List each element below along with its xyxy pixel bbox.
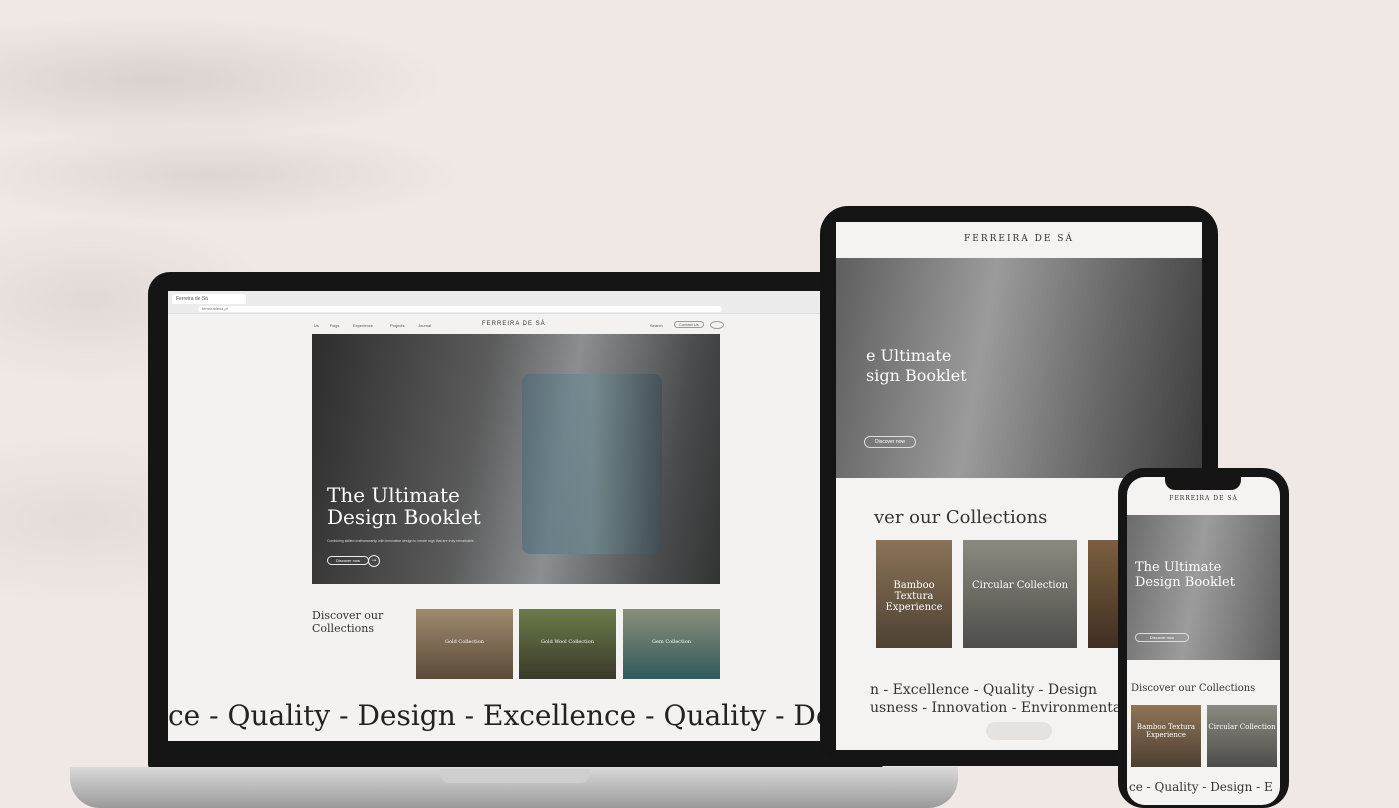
collection-card[interactable]: Gold Wool Collection — [519, 609, 616, 679]
phone-collection-card[interactable]: Circular Collection — [1207, 705, 1277, 767]
tablet-marquee-line-2: usness - Innovation - Environmental — [870, 700, 1126, 716]
contact-button[interactable]: Contact Us — [674, 321, 704, 328]
tablet-collections-heading: ver our Collections — [874, 507, 1048, 528]
site-logo[interactable]: FERREIRA DE SÁ — [482, 321, 546, 327]
laptop-screen: Ferreira de Sá ferreiradesa.pt Us Rugs E… — [168, 291, 864, 741]
collection-card[interactable]: Gem Collection — [623, 609, 720, 679]
tablet-collection-card[interactable]: Bamboo Textura Experience — [876, 540, 952, 648]
nav-item-projects[interactable]: Projects — [390, 323, 404, 328]
tablet-hero-banner: e Ultimate sign Booklet Discover now — [836, 258, 1202, 478]
url-bar[interactable]: ferreiradesa.pt — [198, 306, 722, 312]
phone-collection-card-label: Bamboo Textura Experience — [1136, 723, 1196, 739]
phone-screen: FERREIRA DE SÁ The Ultimate Design Bookl… — [1127, 477, 1280, 805]
phone-collection-card[interactable]: Bamboo Textura Experience — [1131, 705, 1201, 767]
search-link[interactable]: Search — [650, 323, 663, 328]
phone-collection-card-label: Circular Collection — [1208, 723, 1276, 731]
phone-notch — [1165, 476, 1241, 490]
phone-hero-title: The Ultimate Design Booklet — [1135, 560, 1235, 590]
discover-now-button[interactable]: Discover now — [327, 556, 370, 565]
tablet-discover-button[interactable]: Discover now — [864, 436, 917, 448]
laptop-trackpad-notch — [440, 769, 590, 783]
phone-hero-banner: The Ultimate Design Booklet Discover now — [1127, 515, 1280, 660]
nav-item-experience[interactable]: Experience — [353, 323, 373, 328]
tablet-marquee-line-1: n - Excellence - Quality - Design — [870, 682, 1098, 698]
language-icon[interactable] — [710, 321, 724, 329]
collection-card-label: Gem Collection — [652, 639, 691, 645]
collection-card-label: Gold Wool Collection — [540, 639, 595, 645]
tablet-hero-title: e Ultimate sign Booklet — [866, 346, 967, 385]
tablet-floating-controls[interactable] — [986, 722, 1052, 740]
phone-discover-button[interactable]: Discover now — [1135, 633, 1190, 642]
tablet-site-logo[interactable]: FERREIRA DE SÁ — [836, 234, 1202, 244]
collections-heading: Discover our Collections — [312, 609, 384, 635]
tablet-collection-card-label: Circular Collection — [971, 580, 1069, 591]
nav-item-rugs[interactable]: Rugs — [330, 323, 339, 328]
phone-collections-heading: Discover our Collections — [1131, 683, 1256, 694]
browser-tab[interactable]: Ferreira de Sá — [172, 294, 246, 304]
phone-site-logo[interactable]: FERREIRA DE SÁ — [1127, 495, 1280, 502]
tablet-collection-card[interactable]: Circular Collection — [963, 540, 1077, 648]
site-header: Us Rugs Experience Projects Journal FERR… — [168, 315, 864, 333]
tablet-collection-card-label: Bamboo Textura Experience — [885, 580, 943, 613]
collection-card[interactable]: Gold Collection — [416, 609, 513, 679]
hero-banner: The Ultimate Design Booklet Combining sk… — [312, 334, 720, 584]
hero-title: The Ultimate Design Booklet — [327, 483, 481, 529]
arrow-right-icon[interactable]: → — [368, 555, 380, 567]
hero-image — [522, 374, 662, 554]
phone-marquee-text: ce - Quality - Design - E — [1129, 780, 1273, 794]
collection-card-label: Gold Collection — [444, 639, 485, 645]
nav-item-us[interactable]: Us — [314, 323, 319, 328]
browser-toolbar: Ferreira de Sá ferreiradesa.pt — [168, 291, 864, 314]
hero-description: Combining skilled craftsmanship with inn… — [327, 539, 475, 543]
nav-item-journal[interactable]: Journal — [418, 323, 431, 328]
marquee-text: ce - Quality - Design - Excellence - Qua… — [168, 699, 864, 732]
